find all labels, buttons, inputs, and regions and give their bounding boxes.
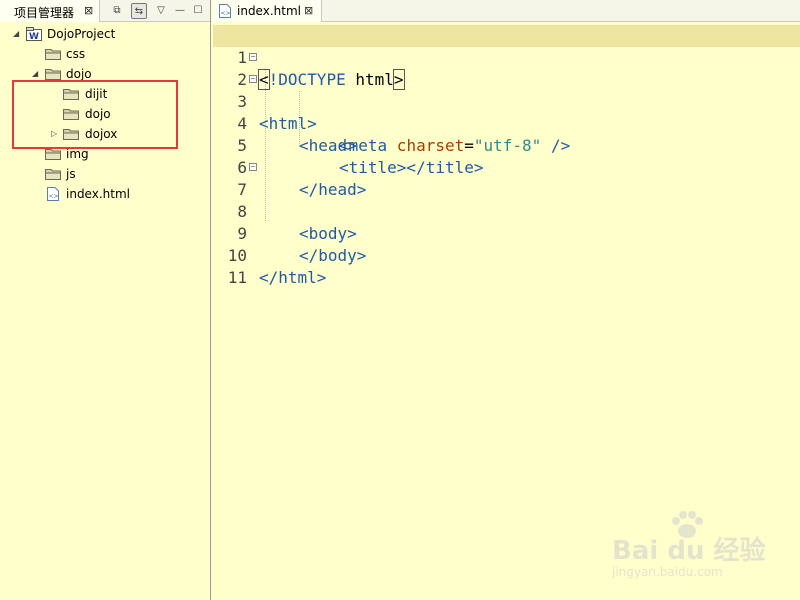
- tree-label-project: DojoProject: [47, 27, 116, 41]
- explorer-tab[interactable]: 项目管理器 ⊠: [0, 0, 100, 22]
- code-line-2[interactable]: 2 − <html>: [213, 47, 800, 134]
- link-with-editor-icon[interactable]: ⇆: [131, 3, 147, 19]
- code-line-7[interactable]: 7 − <body>: [213, 157, 800, 244]
- tree-item-project[interactable]: ◢ W DojoProject: [0, 25, 210, 43]
- project-explorer-panel: 项目管理器 ⊠ ⧉ ⇆ ▽ — ☐ ◢ W DojoProject css ◢ …: [0, 0, 211, 600]
- minimize-icon[interactable]: —: [172, 3, 188, 19]
- maximize-icon[interactable]: ☐: [190, 3, 206, 19]
- code-line-6[interactable]: 6 </head>: [213, 135, 800, 199]
- line-number: 11: [227, 268, 247, 287]
- svg-text:<>: <>: [221, 10, 231, 17]
- editor-tab-index-html[interactable]: <> index.html ⊠: [213, 0, 322, 22]
- editor-panel: <> index.html ⊠ 1 <!DOCTYPE html> 2 − <h…: [213, 0, 800, 600]
- editor-tab-title: index.html: [237, 4, 301, 18]
- code-line-8[interactable]: 8: [213, 179, 800, 221]
- code-line-9[interactable]: 9 </body>: [213, 201, 800, 265]
- fold-collapse-icon[interactable]: −: [249, 75, 257, 83]
- tree-label-index-html: index.html: [66, 187, 130, 201]
- explorer-tab-title: 项目管理器: [14, 6, 75, 20]
- tree-label-js: js: [66, 167, 76, 181]
- fold-collapse-icon[interactable]: −: [249, 53, 257, 61]
- code-text[interactable]: </html>: [259, 267, 326, 289]
- explorer-tab-bar: 项目管理器 ⊠ ⧉ ⇆ ▽ — ☐: [0, 0, 210, 22]
- svg-text:W: W: [29, 32, 39, 41]
- code-line-4[interactable]: 4 <meta charset="utf-8" />: [213, 91, 800, 155]
- editor-tab-bar: <> index.html ⊠: [213, 0, 800, 22]
- code-line-3[interactable]: 3 − <head>: [213, 69, 800, 156]
- code-line-5[interactable]: 5 <title></title>: [213, 113, 800, 177]
- html-file-icon: <>: [219, 4, 231, 18]
- fold-collapse-icon[interactable]: −: [249, 163, 257, 171]
- view-menu-icon[interactable]: ▽: [153, 3, 169, 19]
- project-icon: W: [26, 27, 42, 41]
- folder-icon: [45, 49, 61, 60]
- tree-label-css: css: [66, 47, 86, 61]
- collapse-all-icon[interactable]: ⧉: [109, 3, 125, 19]
- expanded-arrow-icon[interactable]: ◢: [13, 25, 19, 43]
- folder-open-icon: [45, 69, 61, 80]
- folder-icon: [45, 169, 61, 180]
- code-line-10[interactable]: 10 </html>: [213, 223, 800, 287]
- tree-item-css[interactable]: css: [0, 45, 210, 63]
- tree-item-js[interactable]: js: [0, 165, 210, 183]
- highlight-annotation-box: [12, 80, 178, 149]
- watermark-url: jingyan.baidu.com: [612, 565, 723, 579]
- close-icon[interactable]: ⊠: [84, 5, 93, 16]
- close-icon[interactable]: ⊠: [304, 5, 313, 16]
- tree-item-index-html[interactable]: <> index.html: [0, 185, 210, 203]
- html-file-icon: <>: [47, 187, 59, 201]
- svg-text:<>: <>: [49, 193, 59, 200]
- code-line-1[interactable]: 1 <!DOCTYPE html>: [213, 25, 800, 90]
- watermark-text: Bai du 经验: [612, 536, 766, 566]
- code-line-11[interactable]: 11: [213, 245, 800, 287]
